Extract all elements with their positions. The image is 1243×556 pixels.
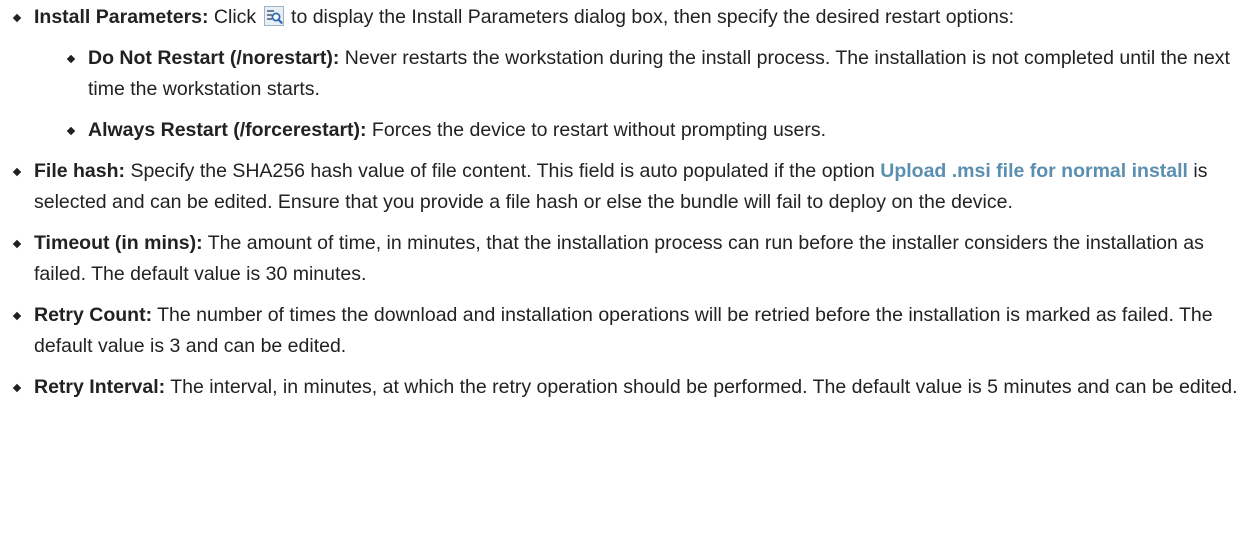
restart-options-list: Do Not Restart (/norestart): Never resta… (34, 43, 1243, 146)
term-file-hash: File hash: (34, 160, 126, 182)
list-item-retry-interval: Retry Interval: The interval, in minutes… (0, 372, 1243, 403)
list-item-do-not-restart: Do Not Restart (/norestart): Never resta… (54, 43, 1243, 105)
item-text: The interval, in minutes, at which the r… (165, 376, 1238, 398)
item-text: The amount of time, in minutes, that the… (34, 232, 1204, 285)
item-text: Click (208, 6, 262, 28)
install-parameters-icon (263, 6, 284, 26)
list-item-timeout: Timeout (in mins): The amount of time, i… (0, 228, 1243, 290)
parameter-list: Install Parameters: Click to display the… (0, 2, 1243, 403)
term-timeout: Timeout (in mins): (34, 232, 203, 254)
term-install-parameters: Install Parameters: (34, 6, 209, 28)
term-always-restart: Always Restart (/forcerestart): (88, 119, 367, 141)
term-retry-count: Retry Count: (34, 304, 153, 326)
document: Install Parameters: Click to display the… (0, 0, 1243, 403)
term-retry-interval: Retry Interval: (34, 376, 166, 398)
list-item-install-parameters: Install Parameters: Click to display the… (0, 2, 1243, 146)
item-text: The number of times the download and ins… (34, 304, 1213, 357)
item-text: Forces the device to restart without pro… (366, 119, 827, 141)
term-do-not-restart: Do Not Restart (/norestart): (88, 47, 340, 69)
list-item-retry-count: Retry Count: The number of times the dow… (0, 300, 1243, 362)
item-text: Specify the SHA256 hash value of file co… (125, 160, 881, 182)
upload-msi-option-link[interactable]: Upload .msi file for normal install (880, 160, 1188, 182)
list-item-always-restart: Always Restart (/forcerestart): Forces t… (54, 115, 1243, 146)
item-text: to display the Install Parameters dialog… (285, 6, 1015, 28)
list-item-file-hash: File hash: Specify the SHA256 hash value… (0, 156, 1243, 218)
